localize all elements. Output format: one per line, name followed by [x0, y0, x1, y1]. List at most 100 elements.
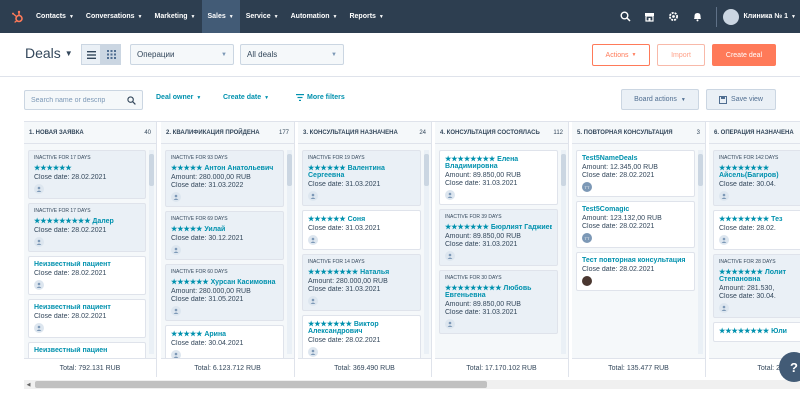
owner-avatar[interactable] — [308, 296, 318, 306]
owner-avatar[interactable] — [171, 245, 181, 255]
deal-name-link[interactable]: Test5Comagic — [582, 206, 689, 213]
pipeline-select[interactable]: Операции ▼ — [130, 44, 234, 65]
deal-name-link[interactable]: ★★★★★★★ Виктор Александрович — [308, 320, 415, 335]
owner-avatar[interactable]: TT — [582, 233, 592, 243]
deal-card[interactable]: INACTIVE FOR 14 DAYS ★★★★★★★★ Наталья Amou… — [302, 254, 421, 311]
deal-card[interactable]: ★★★★★★★★ Юли — [713, 322, 800, 342]
chevron-down-icon[interactable]: ▼ — [791, 14, 796, 20]
column-header[interactable]: 1. НОВАЯ ЗАЯВКА 40 — [24, 122, 156, 144]
nav-sales[interactable]: Sales ▼ — [201, 0, 240, 33]
deal-card[interactable]: Test5Comagic Amount: 123.132,00 RUB Close … — [576, 201, 695, 248]
owner-avatar[interactable] — [171, 192, 181, 202]
owner-avatar[interactable] — [34, 280, 44, 290]
deal-card[interactable]: INACTIVE FOR 17 DAYS ★★★★★★★★★ Далер Close… — [28, 203, 146, 252]
deal-name-link[interactable]: ★★★★★★★★ Наталья — [308, 268, 415, 276]
deal-name-link[interactable]: ★★★★★ Арина — [171, 330, 278, 338]
owner-avatar[interactable] — [719, 191, 729, 201]
hubspot-logo-icon[interactable] — [6, 0, 30, 33]
scroll-left-icon[interactable]: ◀ — [24, 380, 33, 389]
deal-name-link[interactable]: ★★★★★★★★ Айсель(Багиров) — [719, 164, 800, 179]
deal-card[interactable]: INACTIVE FOR 93 DAYS ★★★★★ Антон Анатолье… — [165, 150, 284, 207]
board-horizontal-scrollbar[interactable]: ◀ — [24, 380, 800, 389]
search-icon[interactable] — [614, 0, 638, 33]
deal-name-link[interactable]: Неизвестный пациент — [34, 261, 140, 268]
deal-name-link[interactable]: ★★★★★★★ Лолит Степановна — [719, 268, 800, 283]
nav-reports[interactable]: Reports ▼ — [343, 0, 389, 33]
save-view-button[interactable]: Save view — [706, 89, 776, 110]
deal-card[interactable]: Test5NameDeals Amount: 12.345,00 RUB Close… — [576, 150, 695, 197]
page-title[interactable]: Deals ▼ — [25, 45, 73, 61]
column-scrollbar[interactable] — [287, 150, 292, 354]
list-view-button[interactable] — [81, 44, 101, 65]
scrollbar-thumb[interactable] — [698, 154, 703, 186]
view-select[interactable]: All deals ▼ — [240, 44, 344, 65]
deal-card[interactable]: INACTIVE FOR 60 DAYS ★★★★★★ Хурсан Касимо… — [165, 264, 284, 321]
deal-name-link[interactable]: ★★★★★★★★ Тез — [719, 215, 800, 223]
search-input[interactable] — [31, 96, 126, 104]
owner-avatar[interactable] — [34, 323, 44, 333]
marketplace-icon[interactable] — [638, 0, 662, 33]
nav-contacts[interactable]: Contacts ▼ — [30, 0, 80, 33]
column-scrollbar[interactable] — [561, 150, 566, 354]
notifications-icon[interactable] — [686, 0, 710, 33]
search-icon[interactable] — [127, 95, 136, 105]
scrollbar-thumb[interactable] — [561, 154, 566, 186]
column-header[interactable]: 6. ОПЕРАЦИЯ НАЗНАЧЕНА — [709, 122, 800, 144]
create-deal-button[interactable]: Create deal — [712, 44, 776, 66]
account-name[interactable]: Клиника № 1 — [744, 13, 789, 20]
owner-avatar[interactable] — [171, 350, 181, 358]
more-filters-button[interactable]: More filters — [296, 94, 345, 101]
scrollbar-thumb[interactable] — [149, 154, 154, 186]
board-view-button[interactable] — [101, 44, 121, 65]
owner-avatar[interactable] — [308, 191, 318, 201]
avatar[interactable] — [722, 8, 739, 25]
owner-avatar[interactable] — [719, 303, 729, 313]
deal-name-link[interactable]: ★★★★★★★★ Юли — [719, 327, 800, 335]
deal-card[interactable]: INACTIVE FOR 142 DAYS ★★★★★★★★ Айсель(Баг… — [713, 150, 800, 206]
deal-name-link[interactable]: ★★★★★★ Соня — [308, 215, 415, 223]
owner-avatar[interactable] — [308, 347, 318, 357]
deal-card[interactable]: INACTIVE FOR 30 DAYS ★★★★★★★★★ Любовь Евг… — [439, 270, 558, 334]
column-header[interactable]: 5. ПОВТОРНАЯ КОНСУЛЬТАЦИЯ 3 — [572, 122, 705, 144]
deal-card[interactable]: INACTIVE FOR 39 DAYS ★★★★★★★ Бюрлият Гадж… — [439, 209, 558, 266]
column-scrollbar[interactable] — [424, 150, 429, 354]
deal-name-link[interactable]: Test5NameDeals — [582, 155, 689, 162]
deal-card[interactable]: Неизвестный пациен — [28, 342, 146, 358]
deal-card[interactable]: ★★★★★★ Соня Close date: 31.03.2021 — [302, 210, 421, 250]
settings-icon[interactable] — [662, 0, 686, 33]
deal-name-link[interactable]: ★★★★★ Уилай — [171, 225, 278, 233]
nav-service[interactable]: Service ▼ — [240, 0, 285, 33]
scrollbar-thumb[interactable] — [35, 381, 487, 388]
deal-card[interactable]: Неизвестный пациент Close date: 28.02.202… — [28, 299, 146, 338]
scrollbar-thumb[interactable] — [287, 154, 292, 186]
actions-button[interactable]: Actions ▼ — [592, 44, 650, 66]
deal-card[interactable]: INACTIVE FOR 69 DAYS ★★★★★ Уилай Close dat… — [165, 211, 284, 260]
deal-card[interactable]: INACTIVE FOR 17 DAYS ★★★★★★ Close date: 28… — [28, 150, 146, 199]
deal-name-link[interactable]: ★★★★★ Антон Анатольевич — [171, 164, 278, 172]
nav-conversations[interactable]: Conversations ▼ — [80, 0, 149, 33]
deal-card[interactable]: INACTIVE FOR 28 DAYS ★★★★★★★ Лолит Степан… — [713, 254, 800, 318]
deal-card[interactable]: Неизвестный пациент Close date: 28.02.202… — [28, 256, 146, 295]
deal-name-link[interactable]: ★★★★★★★★★ Далер — [34, 217, 140, 225]
owner-avatar[interactable] — [308, 235, 318, 245]
deal-name-link[interactable]: ★★★★★★ Валентина Сергеевна — [308, 164, 415, 179]
owner-avatar[interactable] — [445, 251, 455, 261]
column-scrollbar[interactable] — [698, 150, 703, 354]
owner-avatar[interactable] — [719, 235, 729, 245]
board-actions-button[interactable]: Board actions ▼ — [621, 89, 699, 110]
nav-marketing[interactable]: Marketing ▼ — [148, 0, 201, 33]
deal-card[interactable]: INACTIVE FOR 19 DAYS ★★★★★★ Валентина Сер… — [302, 150, 421, 206]
column-header[interactable]: 2. КВАЛИФИКАЦИЯ ПРОЙДЕНА 177 — [161, 122, 294, 144]
owner-avatar[interactable] — [171, 306, 181, 316]
deal-name-link[interactable]: Неизвестный пациен — [34, 347, 140, 354]
deal-name-link[interactable]: ★★★★★★★★★ Любовь Евгеньевна — [445, 284, 552, 299]
deal-owner-filter[interactable]: Deal owner ▼ — [156, 94, 201, 101]
deal-card[interactable]: ★★★★★ Арина Close date: 30.04.2021 — [165, 325, 284, 358]
owner-avatar[interactable] — [34, 184, 44, 194]
deal-name-link[interactable]: ★★★★★★★ Бюрлият Гаджиевна — [445, 223, 552, 231]
deal-name-link[interactable]: ★★★★★★ Хурсан Касимовна — [171, 278, 278, 286]
column-header[interactable]: 3. КОНСУЛЬТАЦИЯ НАЗНАЧЕНА 24 — [298, 122, 431, 144]
column-scrollbar[interactable] — [149, 150, 154, 354]
owner-avatar[interactable] — [34, 237, 44, 247]
deal-name-link[interactable]: Тест повторная консультация — [582, 257, 689, 264]
